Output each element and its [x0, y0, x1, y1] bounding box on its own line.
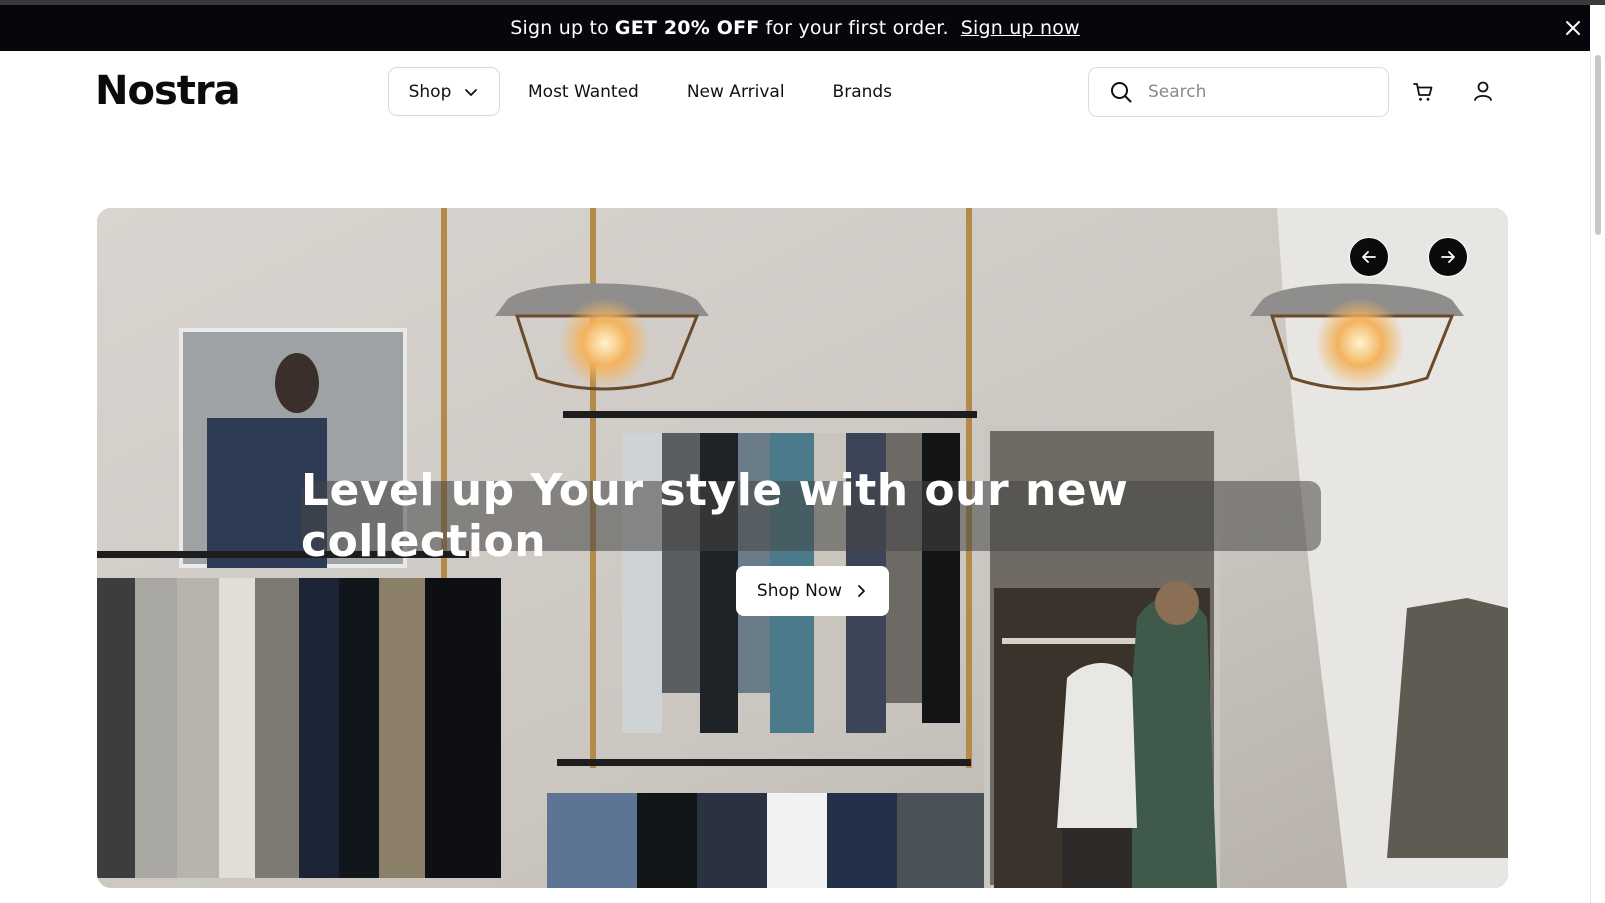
- nav-item-new-arrival[interactable]: New Arrival: [687, 82, 785, 102]
- nav-item-brands[interactable]: Brands: [833, 82, 893, 102]
- search-input[interactable]: [1148, 82, 1368, 102]
- hero-headline: Level up Your style with our new collect…: [301, 465, 1129, 567]
- carousel-next-button[interactable]: [1428, 237, 1468, 277]
- chevron-right-icon: [858, 585, 865, 597]
- arrow-right-icon: [1441, 251, 1455, 263]
- close-icon[interactable]: [1562, 17, 1584, 39]
- chevron-down-icon: [465, 88, 478, 96]
- shop-label: Shop: [408, 81, 452, 102]
- carousel-prev-button[interactable]: [1349, 237, 1389, 277]
- shop-now-label: Shop Now: [756, 581, 843, 601]
- hero-headline-overlay: Level up Your style with our new collect…: [301, 465, 1321, 567]
- scrollbar-thumb[interactable]: [1595, 55, 1601, 235]
- arrow-left-icon: [1362, 251, 1376, 263]
- shop-now-button[interactable]: Shop Now: [736, 566, 889, 616]
- nav-item-most-wanted[interactable]: Most Wanted: [528, 82, 639, 102]
- search-box[interactable]: [1088, 67, 1389, 117]
- page-scrollbar[interactable]: [1590, 51, 1605, 903]
- user-icon[interactable]: [1472, 80, 1494, 102]
- brand-logo[interactable]: Nostra: [95, 68, 241, 114]
- announcement-suffix: for your first order.: [765, 17, 949, 39]
- hero-banner: Level up Your style with our new collect…: [97, 208, 1508, 888]
- announcement-bar: Sign up to GET 20% OFF for your first or…: [0, 5, 1590, 51]
- cart-icon[interactable]: [1412, 81, 1434, 103]
- announcement-prefix: Sign up to: [510, 17, 609, 39]
- signup-link[interactable]: Sign up now: [961, 17, 1080, 39]
- search-icon: [1111, 82, 1132, 103]
- shop-dropdown-button[interactable]: Shop: [388, 67, 500, 116]
- announcement-highlight: GET 20% OFF: [614, 17, 760, 39]
- main-nav: Shop Most Wanted New Arrival Brands: [388, 67, 911, 116]
